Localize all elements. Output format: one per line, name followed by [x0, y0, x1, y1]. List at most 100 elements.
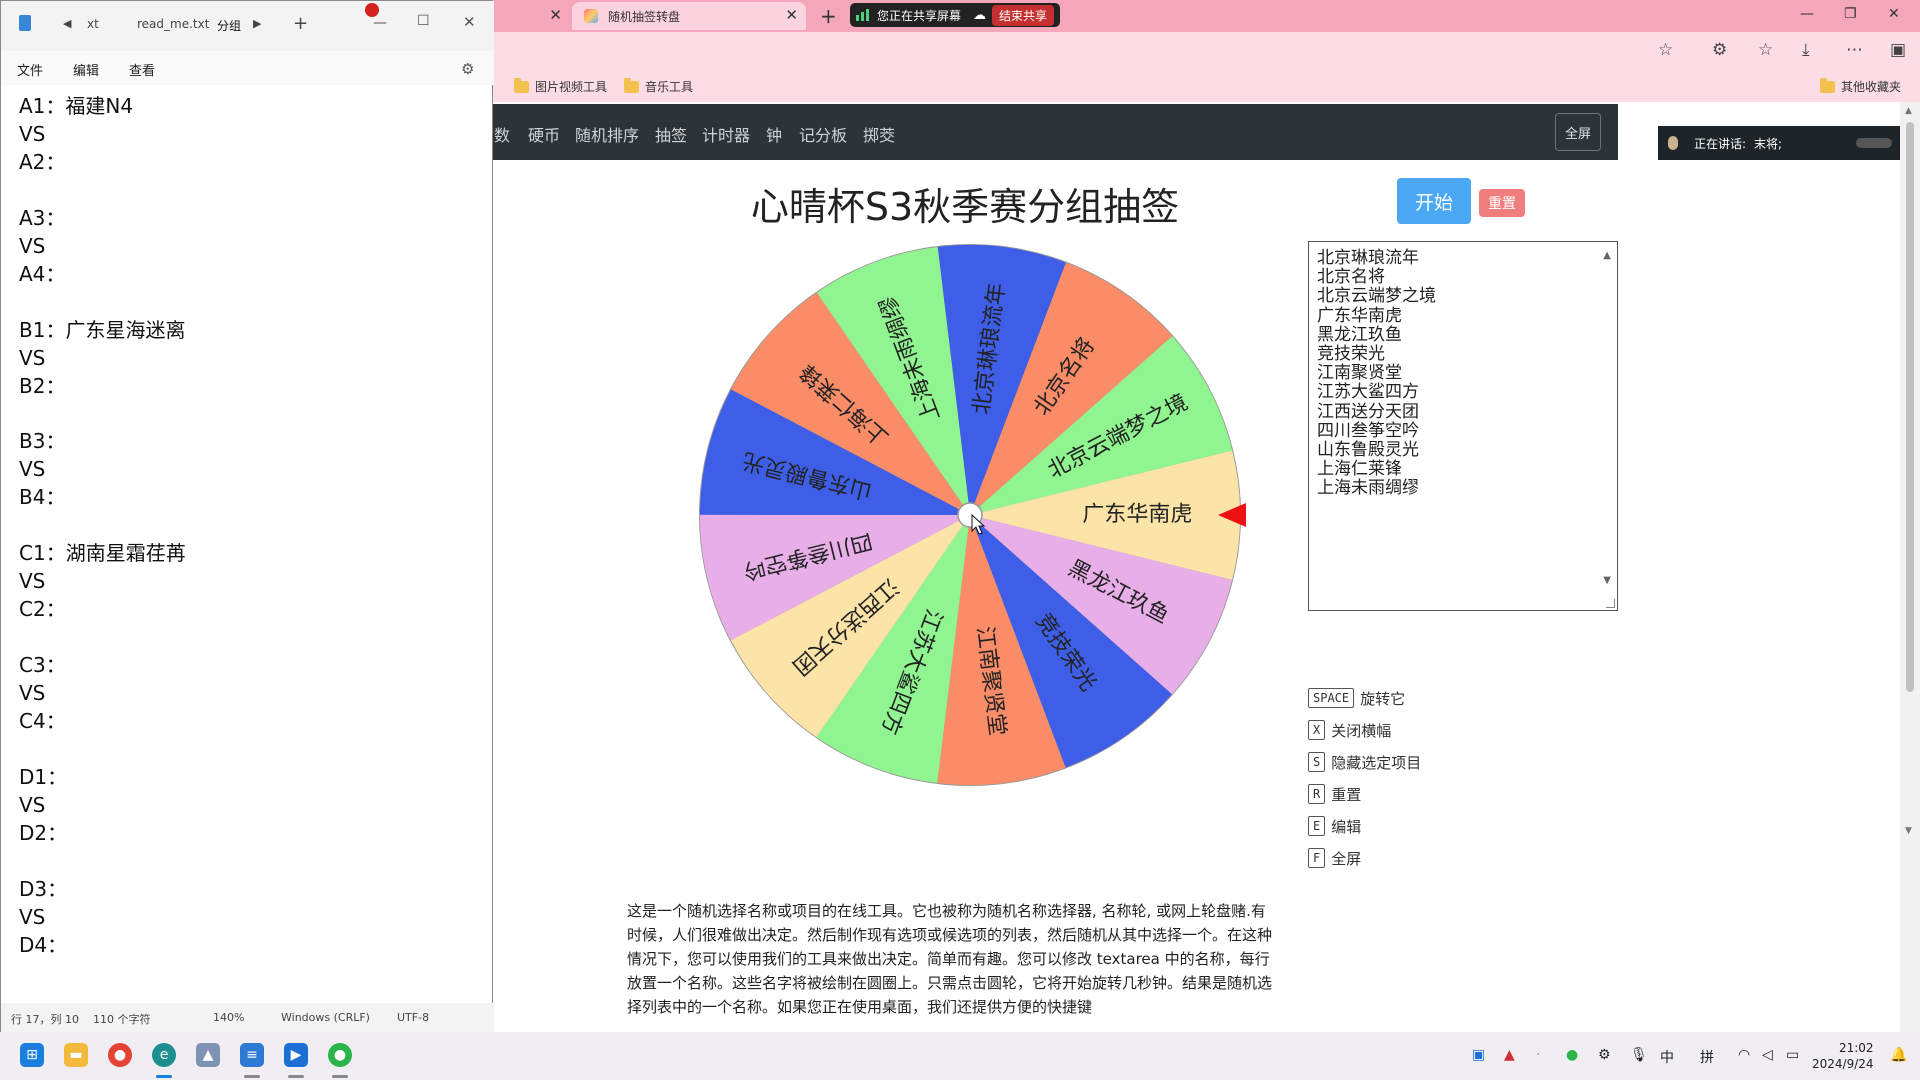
site-navbar: 数 硬币 随机排序 抽签 计时器 钟 记分板 掷茭 全屏: [490, 104, 1618, 160]
notepad-tab-readme[interactable]: read_me.txt: [137, 17, 209, 31]
scroll-down-icon[interactable]: ▼: [1905, 826, 1912, 836]
names-list: 北京琳琅流年 北京名将 北京云端梦之境 广东华南虎 黑龙江玖鱼 竞技荣光 江南聚贤堂 江苏大鲨…: [1317, 248, 1617, 499]
bookmark-folder-image-video[interactable]: 图片视频工具: [514, 77, 607, 95]
name-line: 广东华南虎: [1317, 305, 1402, 326]
shortcut-edit: E 编辑: [1308, 810, 1421, 842]
browser-tab-active[interactable]: 随机抽签转盘 ✕: [572, 2, 806, 30]
wheel-canvas[interactable]: 北京琳琅流年 北京名将北京云端梦之境广东华南虎黑龙江玖鱼竞技荣光江南聚贤堂江苏大鲨…: [680, 235, 1250, 795]
nav-item-clock[interactable]: 钟: [766, 122, 782, 146]
nav-item-draw[interactable]: 抽签: [655, 122, 687, 146]
page-scrollbar[interactable]: ▲ ▼: [1900, 102, 1920, 1032]
battery-icon[interactable]: ▭: [1786, 1047, 1799, 1063]
tray-settings-icon[interactable]: ⚙: [1598, 1047, 1611, 1063]
tab-label: 随机抽签转盘: [608, 9, 681, 24]
notepad-tab-active[interactable]: 分组: [217, 17, 241, 34]
scroll-up-icon[interactable]: ▲: [1905, 106, 1912, 116]
wheel-favicon-icon: [584, 9, 598, 23]
new-tab-icon[interactable]: +: [293, 13, 308, 34]
more-icon[interactable]: ⋯: [1846, 40, 1863, 60]
notepad-icon[interactable]: ≡: [240, 1043, 264, 1067]
end-share-button[interactable]: 结束共享: [992, 4, 1055, 26]
notifications-bell-icon[interactable]: 🔔: [1890, 1047, 1907, 1063]
shortcut-label: 全屏: [1331, 849, 1362, 868]
file-explorer-icon[interactable]: ▬: [64, 1043, 88, 1067]
start-windows-icon[interactable]: ⊞: [20, 1043, 44, 1067]
browser-tab-previous[interactable]: ✕: [490, 2, 570, 30]
ime-indicator[interactable]: 中: [1660, 1047, 1674, 1067]
maximize-icon[interactable]: ☐: [417, 13, 430, 29]
nav-item-scoreboard[interactable]: 记分板: [799, 122, 847, 146]
volume-icon[interactable]: ◁: [1762, 1047, 1773, 1063]
reset-button[interactable]: 重置: [1479, 189, 1525, 217]
tab-scroll-left-icon[interactable]: ◀: [63, 17, 71, 30]
nav-item-jiaobei[interactable]: 掷茭: [863, 122, 895, 146]
settings-gear-icon[interactable]: ⚙: [461, 60, 474, 78]
chrome-icon[interactable]: ●: [108, 1043, 132, 1067]
download-icon[interactable]: ⤓: [1802, 40, 1810, 60]
menu-edit[interactable]: 编辑: [73, 60, 99, 79]
name-line: 江西送分天团: [1317, 401, 1419, 422]
status-eol: Windows (CRLF): [281, 1011, 370, 1024]
resize-handle-icon[interactable]: [1606, 599, 1615, 608]
folder-icon: [624, 77, 639, 93]
favorites-icon[interactable]: ☆: [1758, 40, 1773, 60]
wechat-icon[interactable]: ●: [328, 1043, 352, 1067]
spinner-wheel[interactable]: 北京琳琅流年 北京名将 北京云端梦之境 广东华南虎 黑龙江玖鱼 竞技荣光 江南聚贤堂 江苏大鲨…: [680, 235, 1250, 795]
new-tab-button[interactable]: +: [820, 4, 837, 28]
ime-pinyin-indicator[interactable]: 拼: [1700, 1047, 1714, 1067]
menu-view[interactable]: 查看: [129, 60, 155, 79]
scroll-up-icon[interactable]: ▲: [1603, 246, 1611, 265]
wifi-icon[interactable]: ◠: [1738, 1047, 1750, 1063]
notepad-statusbar: 行 17，列 10 110 个字符 140% Windows (CRLF) UT…: [1, 1003, 494, 1033]
sidebar-icon[interactable]: ▣: [1890, 40, 1906, 60]
tray-mic-icon[interactable]: 🎙: [1630, 1047, 1648, 1063]
bookmark-label: 音乐工具: [645, 80, 694, 94]
meeting-app-icon[interactable]: ▶: [284, 1043, 308, 1067]
nav-item-number[interactable]: 数: [494, 122, 510, 146]
nav-item-timer[interactable]: 计时器: [702, 122, 750, 146]
favorite-star-icon[interactable]: ☆: [1658, 40, 1673, 60]
notepad-window: ◀ xt read_me.txt 分组 ▶ + — ☐ ✕ 文件 编辑 查看 ⚙…: [0, 0, 494, 1033]
tray-app-icon[interactable]: ·: [1536, 1047, 1540, 1063]
nav-item-coin[interactable]: 硬币: [528, 122, 560, 146]
status-chars: 110 个字符: [93, 1013, 151, 1026]
close-tab-icon[interactable]: ✕: [549, 6, 562, 24]
speaking-label: 正在讲话:: [1694, 136, 1747, 151]
shortcut-key: E: [1308, 816, 1326, 836]
scrollbar-thumb[interactable]: [1906, 122, 1914, 692]
menu-file[interactable]: 文件: [17, 60, 43, 79]
fullscreen-button[interactable]: 全屏: [1555, 113, 1601, 151]
bookmark-label: 其他收藏夹: [1841, 80, 1902, 94]
wheel-segment-label: 广东华南虎: [1082, 502, 1192, 527]
extensions-icon[interactable]: ⚙: [1712, 40, 1727, 60]
minimize-icon[interactable]: —: [1800, 6, 1814, 22]
close-icon[interactable]: ✕: [463, 13, 476, 31]
nav-item-random-sort[interactable]: 随机排序: [575, 122, 639, 146]
system-clock[interactable]: 21:02 2024/9/24: [1812, 1040, 1874, 1072]
names-textarea[interactable]: 北京琳琅流年 北京名将 北京云端梦之境 广东华南虎 黑龙江玖鱼 竞技荣光 江南聚贤堂 江苏大鲨…: [1308, 241, 1618, 611]
tab-scroll-right-icon[interactable]: ▶: [253, 17, 261, 30]
edge-icon[interactable]: e: [152, 1043, 176, 1067]
page-title: 心晴杯S3秋季赛分组抽签: [750, 185, 1180, 229]
photos-icon[interactable]: ▲: [196, 1043, 220, 1067]
notepad-tab-1[interactable]: xt: [87, 17, 99, 31]
notepad-menubar: 文件 编辑 查看 ⚙: [1, 51, 494, 85]
restore-icon[interactable]: ❐: [1844, 6, 1857, 22]
speaking-dots-icon: [1856, 138, 1892, 148]
bookmark-folder-music[interactable]: 音乐工具: [624, 77, 694, 95]
tray-wechat-icon[interactable]: ●: [1566, 1047, 1578, 1063]
name-line: 江苏大鲨四方: [1317, 382, 1419, 403]
tray-meeting-icon[interactable]: ▣: [1472, 1047, 1485, 1063]
close-tab-icon[interactable]: ✕: [785, 6, 798, 24]
minimize-icon[interactable]: —: [373, 15, 387, 31]
bookmarks-bar: 图片视频工具 音乐工具 其他收藏夹: [490, 70, 1920, 102]
notepad-editor[interactable]: A1：福建N4 VS A2： A3： VS A4： B1：广东星海迷离 VS B…: [19, 93, 186, 960]
status-encoding: UTF-8: [397, 1011, 430, 1024]
scroll-down-icon[interactable]: ▼: [1603, 571, 1611, 590]
shortcut-key: R: [1308, 784, 1326, 804]
close-window-icon[interactable]: ✕: [1888, 6, 1900, 22]
shortcut-label: 关闭横幅: [1331, 721, 1392, 740]
bookmark-folder-other[interactable]: 其他收藏夹: [1820, 77, 1902, 95]
start-button[interactable]: 开始: [1397, 178, 1471, 224]
tray-share-icon[interactable]: ▲: [1504, 1047, 1515, 1063]
